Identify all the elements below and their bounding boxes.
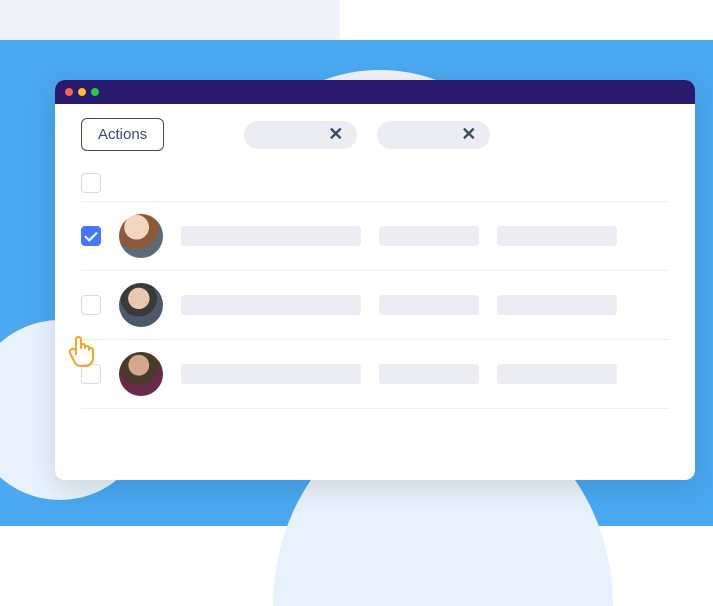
avatar <box>119 283 163 327</box>
close-icon[interactable]: ✕ <box>461 124 476 145</box>
row-checkbox[interactable] <box>81 295 101 315</box>
cell-placeholder <box>181 226 361 246</box>
filter-chip[interactable]: ✕ <box>244 121 357 149</box>
actions-button[interactable]: Actions <box>81 118 164 151</box>
cell-placeholder <box>379 364 479 384</box>
cell-placeholder <box>379 226 479 246</box>
data-table <box>55 165 695 409</box>
select-all-checkbox[interactable] <box>81 173 101 193</box>
table-header-row <box>81 165 669 202</box>
close-icon[interactable]: ✕ <box>328 124 343 145</box>
row-checkbox[interactable] <box>81 364 101 384</box>
cell-placeholder <box>497 364 617 384</box>
window-minimize-dot[interactable] <box>78 88 86 96</box>
toolbar: Actions ✕ ✕ <box>55 104 695 165</box>
avatar <box>119 352 163 396</box>
window-close-dot[interactable] <box>65 88 73 96</box>
table-row <box>81 340 669 409</box>
cell-placeholder <box>497 226 617 246</box>
cell-placeholder <box>181 364 361 384</box>
cell-placeholder <box>181 295 361 315</box>
cell-placeholder <box>379 295 479 315</box>
table-row <box>81 202 669 271</box>
window-maximize-dot[interactable] <box>91 88 99 96</box>
table-row <box>81 271 669 340</box>
cell-placeholder <box>497 295 617 315</box>
app-window: Actions ✕ ✕ <box>55 80 695 480</box>
window-titlebar <box>55 80 695 104</box>
filter-chip[interactable]: ✕ <box>377 121 490 149</box>
avatar <box>119 214 163 258</box>
row-checkbox[interactable] <box>81 226 101 246</box>
